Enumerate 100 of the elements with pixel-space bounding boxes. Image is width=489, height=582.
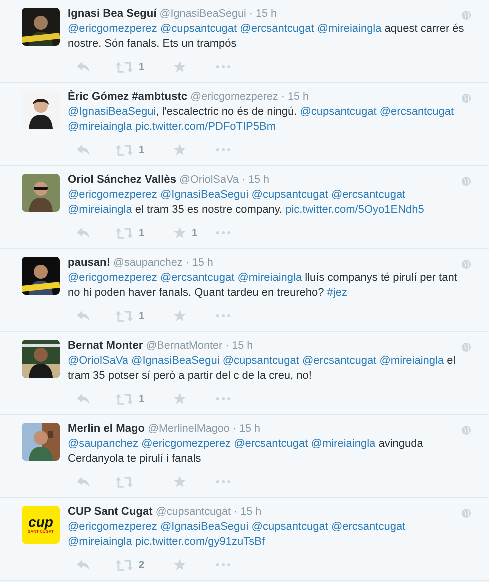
- mention-link[interactable]: @OriolSaVa: [68, 355, 128, 367]
- mention-link[interactable]: @cupsantcugat: [252, 189, 328, 201]
- link[interactable]: pic.twitter.com/PDFoTIP5Bm: [135, 121, 276, 133]
- star-icon[interactable]: [174, 559, 186, 571]
- retweet-icon[interactable]: [116, 310, 133, 322]
- author-handle[interactable]: @MerlinelMagoo: [148, 423, 230, 435]
- reply-icon[interactable]: [77, 394, 90, 404]
- author-name[interactable]: pausan!: [68, 257, 111, 269]
- mention-link[interactable]: @ercsantcugat: [240, 23, 314, 35]
- retweet-icon[interactable]: [116, 476, 133, 488]
- mention-link[interactable]: @ericgomezperez: [68, 189, 158, 201]
- globe-icon: [462, 177, 471, 186]
- retweet-icon[interactable]: [116, 394, 133, 404]
- timestamp[interactable]: · 15 h: [242, 174, 270, 186]
- mention-link[interactable]: @ercsantcugat: [331, 189, 406, 201]
- globe-icon: [462, 11, 471, 20]
- mention-link[interactable]: @ercsantcugat: [331, 521, 406, 533]
- mention-link[interactable]: @saupanchez: [68, 438, 138, 450]
- mention-link[interactable]: @cupsantcugat: [252, 521, 328, 533]
- retweet-count: 1: [139, 394, 145, 404]
- author-handle[interactable]: @ericgomezperez: [190, 91, 278, 103]
- reply-icon[interactable]: [77, 62, 90, 72]
- globe-icon: [462, 426, 471, 435]
- timestamp[interactable]: · 15 h: [226, 340, 254, 352]
- retweet-count: 2: [139, 560, 145, 570]
- mention-link[interactable]: @ercsantcugat: [234, 438, 308, 450]
- globe-icon: [462, 260, 471, 269]
- mention-link[interactable]: @ercsantcugat: [302, 355, 377, 367]
- mention-link[interactable]: @mireiaingla: [311, 438, 376, 450]
- more-icon[interactable]: [216, 314, 231, 318]
- link[interactable]: pic.twitter.com/5Oyo1ENdh5: [286, 204, 424, 216]
- reply-icon[interactable]: [77, 560, 90, 570]
- author-handle[interactable]: @saupanchez: [114, 257, 183, 269]
- mention-link[interactable]: @IgnasiBeaSegui: [160, 521, 249, 533]
- hashtag-link[interactable]: #jez: [327, 287, 348, 299]
- mention-link[interactable]: @mireiaingla: [380, 355, 444, 367]
- tweet-text: @ericgomezperez @cupsantcugat @ercsantcugat @mireiaingla aquest carrer és nostre. Són fanals. Ets un trampós: [68, 22, 466, 52]
- star-icon[interactable]: [174, 310, 186, 322]
- star-icon[interactable]: [174, 227, 186, 239]
- author-name[interactable]: Oriol Sánchez Vallès: [68, 174, 177, 186]
- mention-link[interactable]: @IgnasiBeaSegui: [132, 355, 220, 367]
- timestamp[interactable]: · 15 h: [186, 257, 214, 269]
- mention-link[interactable]: @IgnasiBeaSegui: [68, 106, 156, 118]
- timestamp[interactable]: · 15 h: [232, 423, 260, 435]
- reply-icon[interactable]: [77, 228, 90, 238]
- author-name[interactable]: Bernat Monter: [68, 340, 144, 352]
- mention-link[interactable]: @ericgomezperez: [68, 272, 158, 284]
- mention-link[interactable]: @ericgomezperez: [68, 23, 158, 35]
- tweet-text: @OriolSaVa @IgnasiBeaSegui @cupsantcugat @ercsantcugat @mireiaingla el tram 35 potser sí però a partir del c de la creu, no!: [68, 354, 457, 384]
- mention-link[interactable]: @ericgomezperez: [68, 521, 158, 533]
- retweet-icon[interactable]: [116, 560, 133, 570]
- author-name[interactable]: Èric Gómez #ambtustc: [68, 91, 188, 103]
- mention-link[interactable]: @IgnasiBeaSegui: [160, 189, 249, 201]
- retweet-icon[interactable]: [116, 62, 133, 72]
- author-handle[interactable]: @OriolSaVa: [180, 174, 239, 186]
- timestamp[interactable]: · 15 h: [234, 506, 262, 518]
- tweet-text: @IgnasiBeaSegui, l'escalectric no és de ningú. @cupsantcugat @ercsantcugat @mireiaingla pic.twitter.com/PDFoTIP5Bm: [68, 105, 456, 135]
- tweet-text: @ericgomezperez @ercsantcugat @mireiaingla lluís companys té pirulí per tant no hi poden haver fanals. Quant tardeu en treureho? #jez: [68, 271, 458, 301]
- retweet-icon[interactable]: [116, 144, 133, 156]
- mention-link[interactable]: @ercsantcugat: [380, 106, 454, 118]
- globe-icon: [462, 94, 471, 103]
- author-handle[interactable]: @BernatMonter: [146, 340, 223, 352]
- retweet-icon[interactable]: [116, 228, 133, 238]
- more-icon[interactable]: [216, 397, 231, 401]
- more-icon[interactable]: [216, 563, 231, 567]
- timestamp[interactable]: · 15 h: [281, 91, 309, 103]
- star-icon[interactable]: [174, 393, 186, 405]
- star-icon[interactable]: [174, 476, 186, 488]
- reply-icon[interactable]: [77, 311, 90, 321]
- more-icon[interactable]: [216, 65, 231, 69]
- retweet-count: 1: [139, 62, 145, 72]
- timestamp[interactable]: · 15 h: [249, 8, 277, 20]
- mention-link[interactable]: @ericgomezperez: [142, 438, 231, 450]
- mention-link[interactable]: @mireiaingla: [317, 23, 382, 35]
- more-icon[interactable]: [216, 480, 231, 484]
- star-icon[interactable]: [174, 61, 186, 73]
- mention-link[interactable]: @cupsantcugat: [222, 355, 300, 367]
- more-icon[interactable]: [216, 148, 231, 152]
- mention-link[interactable]: @mireiaingla: [68, 536, 132, 548]
- link[interactable]: pic.twitter.com/gy91zuTsBf: [135, 536, 266, 548]
- star-icon[interactable]: [174, 144, 186, 156]
- mention-link[interactable]: @cupsantcugat: [160, 23, 238, 35]
- globe-icon: [462, 509, 471, 518]
- author-name[interactable]: Merlin el Mago: [68, 423, 146, 435]
- reply-icon[interactable]: [77, 477, 90, 487]
- author-handle[interactable]: @IgnasiBeaSegui: [160, 8, 246, 20]
- mention-link[interactable]: @cupsantcugat: [300, 106, 377, 118]
- more-icon[interactable]: [216, 231, 231, 235]
- favorite-count: 1: [192, 228, 198, 238]
- mention-link[interactable]: @mireiaingla: [68, 204, 132, 216]
- tweet-text: @saupanchez @ericgomezperez @ercsantcugat @mireiaingla avinguda Cerdanyola te pirulí i fanals: [68, 437, 424, 467]
- mention-link[interactable]: @ercsantcugat: [160, 272, 235, 284]
- author-name[interactable]: CUP Sant Cugat: [68, 506, 153, 518]
- mention-link[interactable]: @mireiaingla: [238, 272, 302, 284]
- author-handle[interactable]: @cupsantcugat: [156, 506, 232, 518]
- tweet-text: @ericgomezperez @IgnasiBeaSegui @cupsantcugat @ercsantcugat @mireiaingla el tram 35 es nostre company. pic.twitter.com/5Oyo1ENdh5: [68, 188, 426, 218]
- reply-icon[interactable]: [77, 145, 90, 155]
- mention-link[interactable]: @mireiaingla: [68, 121, 132, 133]
- author-name[interactable]: Ignasi Bea Seguí: [68, 8, 157, 20]
- retweet-count: 1: [139, 228, 145, 238]
